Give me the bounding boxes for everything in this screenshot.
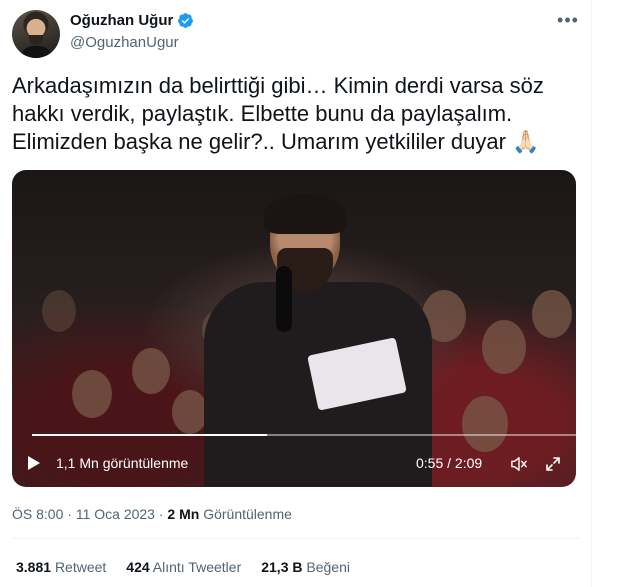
audience-person (532, 290, 572, 338)
tweet-time[interactable]: ÖS 8:00 (12, 506, 63, 522)
avatar-shirt (18, 46, 54, 58)
video-progress-bar[interactable] (32, 434, 576, 436)
audience-person (132, 348, 170, 394)
quotes-stat[interactable]: 424 Alıntı Tweetler (126, 559, 241, 575)
likes-stat[interactable]: 21,3 B Beğeni (261, 559, 350, 575)
folded-hands-emoji: 🙏🏻 (512, 129, 540, 154)
author-name-row: Oğuzhan Uğur (70, 12, 194, 29)
microphone (276, 266, 292, 332)
video-progress-fill (32, 434, 267, 436)
audience-person (72, 370, 112, 418)
likes-label: Beğeni (306, 559, 350, 575)
tweet-text: Arkadaşımızın da belirttiği gibi… Kimin … (12, 72, 580, 156)
more-options-icon[interactable]: ••• (556, 11, 580, 32)
tweet-meta: ÖS 8:00 · 11 Oca 2023 · 2 Mn Görüntülenm… (12, 506, 292, 522)
quotes-count: 424 (126, 559, 150, 575)
video-time-label: 0:55 / 2:09 (416, 455, 483, 471)
audience-person (172, 390, 208, 434)
speaker-hair (264, 194, 346, 234)
tweet-views-count: 2 Mn (167, 506, 200, 522)
meta-separator: · (158, 506, 164, 522)
avatar[interactable] (12, 10, 60, 58)
video-views-label: 1,1 Mn görüntülenme (56, 455, 189, 471)
divider (12, 538, 580, 539)
tweet: Oğuzhan Uğur @OguzhanUgur ••• Arkadaşımı… (0, 0, 592, 587)
tweet-text-line-2: hakkı verdik, paylaştık. Elbette bunu da… (12, 101, 513, 126)
volume-muted-icon[interactable] (510, 456, 528, 472)
quotes-label: Alıntı Tweetler (152, 559, 242, 575)
tweet-text-line-1: Arkadaşımızın da belirttiği gibi… Kimin … (12, 73, 544, 98)
likes-count: 21,3 B (261, 559, 303, 575)
retweets-count: 3.881 (16, 559, 52, 575)
tweet-date[interactable]: 11 Oca 2023 (76, 506, 155, 522)
retweets-stat[interactable]: 3.881 Retweet (16, 559, 106, 575)
audience-person (42, 290, 76, 332)
retweets-label: Retweet (54, 559, 107, 575)
avatar-beard (29, 35, 43, 45)
audience-person (482, 320, 526, 374)
tweet-views-label: Görüntülenme (203, 506, 292, 522)
fullscreen-icon[interactable] (545, 456, 561, 472)
verified-badge-icon (178, 13, 194, 28)
tweet-stats: 3.881 Retweet 424 Alıntı Tweetler 21,3 B… (16, 559, 350, 575)
author-display-name[interactable]: Oğuzhan Uğur (70, 12, 173, 29)
meta-separator: · (67, 506, 72, 522)
tweet-text-line-3: Elimizden başka ne gelir?.. Umarım yetki… (12, 129, 506, 154)
video-controls: 1,1 Mn görüntülenme 0:55 / 2:09 (12, 440, 576, 484)
play-icon[interactable] (28, 456, 40, 470)
author-handle[interactable]: @OguzhanUgur (70, 34, 179, 51)
video-player[interactable]: 1,1 Mn görüntülenme 0:55 / 2:09 (12, 170, 576, 487)
